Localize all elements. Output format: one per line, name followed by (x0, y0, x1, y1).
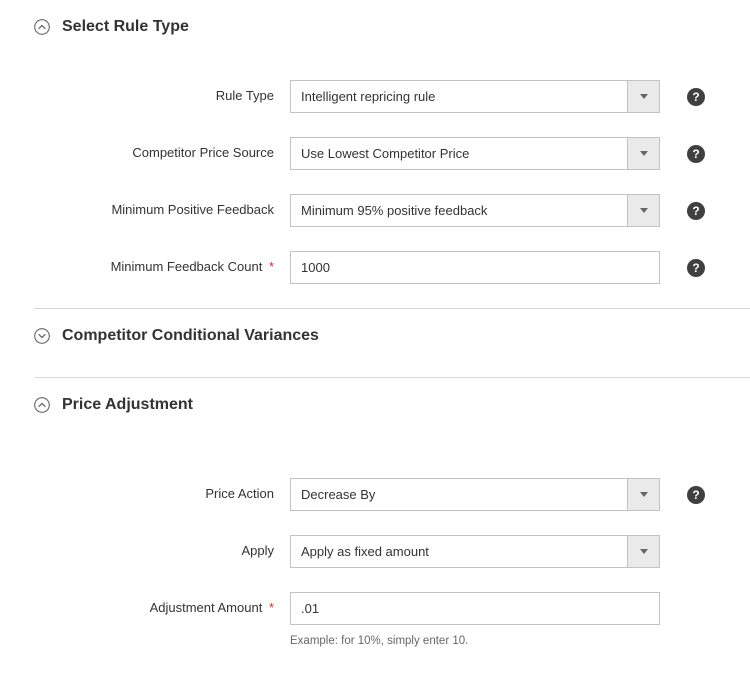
select-price-action[interactable]: Decrease By (290, 478, 660, 511)
section-competitor-variances: Competitor Conditional Variances (0, 309, 750, 378)
select-price-action-value: Decrease By (291, 487, 627, 502)
chevron-down-icon (34, 328, 50, 344)
select-min-positive-feedback[interactable]: Minimum 95% positive feedback (290, 194, 660, 227)
required-asterisk: * (269, 259, 274, 274)
section-price-adjustment: Price Adjustment Price Action Decrease B… (0, 378, 750, 647)
row-min-feedback-count: Minimum Feedback Count * ? (34, 251, 716, 284)
section-select-rule-type-header[interactable]: Select Rule Type (0, 12, 750, 50)
form-rows-price-adjustment: Price Action Decrease By ? Apply Apply a… (0, 428, 750, 647)
section-select-rule-type: Select Rule Type Rule Type Intelligent r… (0, 0, 750, 309)
required-asterisk: * (269, 600, 274, 615)
input-adjustment-amount[interactable] (290, 592, 660, 625)
section-price-adjustment-header[interactable]: Price Adjustment (0, 390, 750, 428)
help-icon[interactable]: ? (687, 259, 705, 277)
row-apply: Apply Apply as fixed amount (34, 535, 716, 568)
chevron-up-icon (34, 397, 50, 413)
chevron-down-icon[interactable] (627, 536, 659, 567)
label-min-feedback-count-text: Minimum Feedback Count (111, 259, 263, 274)
select-rule-type-value: Intelligent repricing rule (291, 89, 627, 104)
section-title: Competitor Conditional Variances (62, 327, 319, 345)
label-min-feedback-count: Minimum Feedback Count * (34, 259, 290, 276)
chevron-down-icon[interactable] (627, 195, 659, 226)
chevron-down-icon[interactable] (627, 479, 659, 510)
input-min-feedback-count[interactable] (290, 251, 660, 284)
chevron-up-icon (34, 19, 50, 35)
select-competitor-price-source[interactable]: Use Lowest Competitor Price (290, 137, 660, 170)
help-icon[interactable]: ? (687, 486, 705, 504)
select-rule-type[interactable]: Intelligent repricing rule (290, 80, 660, 113)
row-adjustment-amount-note: Example: for 10%, simply enter 10. (34, 633, 716, 647)
label-price-action: Price Action (34, 486, 290, 503)
row-rule-type: Rule Type Intelligent repricing rule ? (34, 80, 716, 113)
help-icon[interactable]: ? (687, 145, 705, 163)
help-icon[interactable]: ? (687, 88, 705, 106)
chevron-down-icon[interactable] (627, 138, 659, 169)
row-adjustment-amount: Adjustment Amount * (34, 592, 716, 625)
label-rule-type: Rule Type (34, 88, 290, 105)
section-competitor-variances-header[interactable]: Competitor Conditional Variances (0, 321, 750, 359)
label-adjustment-amount-text: Adjustment Amount (150, 600, 263, 615)
select-competitor-price-source-value: Use Lowest Competitor Price (291, 146, 627, 161)
chevron-down-icon[interactable] (627, 81, 659, 112)
label-adjustment-amount: Adjustment Amount * (34, 600, 290, 617)
adjustment-amount-note: Example: for 10%, simply enter 10. (290, 633, 468, 647)
label-apply: Apply (34, 543, 290, 560)
label-competitor-price-source: Competitor Price Source (34, 145, 290, 162)
form-rows-select-rule-type: Rule Type Intelligent repricing rule ? C… (0, 50, 750, 284)
select-min-positive-feedback-value: Minimum 95% positive feedback (291, 203, 627, 218)
select-apply[interactable]: Apply as fixed amount (290, 535, 660, 568)
row-competitor-price-source: Competitor Price Source Use Lowest Compe… (34, 137, 716, 170)
row-min-positive-feedback: Minimum Positive Feedback Minimum 95% po… (34, 194, 716, 227)
section-title: Price Adjustment (62, 396, 193, 414)
help-icon[interactable]: ? (687, 202, 705, 220)
row-price-action: Price Action Decrease By ? (34, 478, 716, 511)
select-apply-value: Apply as fixed amount (291, 544, 627, 559)
label-min-positive-feedback: Minimum Positive Feedback (34, 202, 290, 219)
section-title: Select Rule Type (62, 18, 189, 36)
